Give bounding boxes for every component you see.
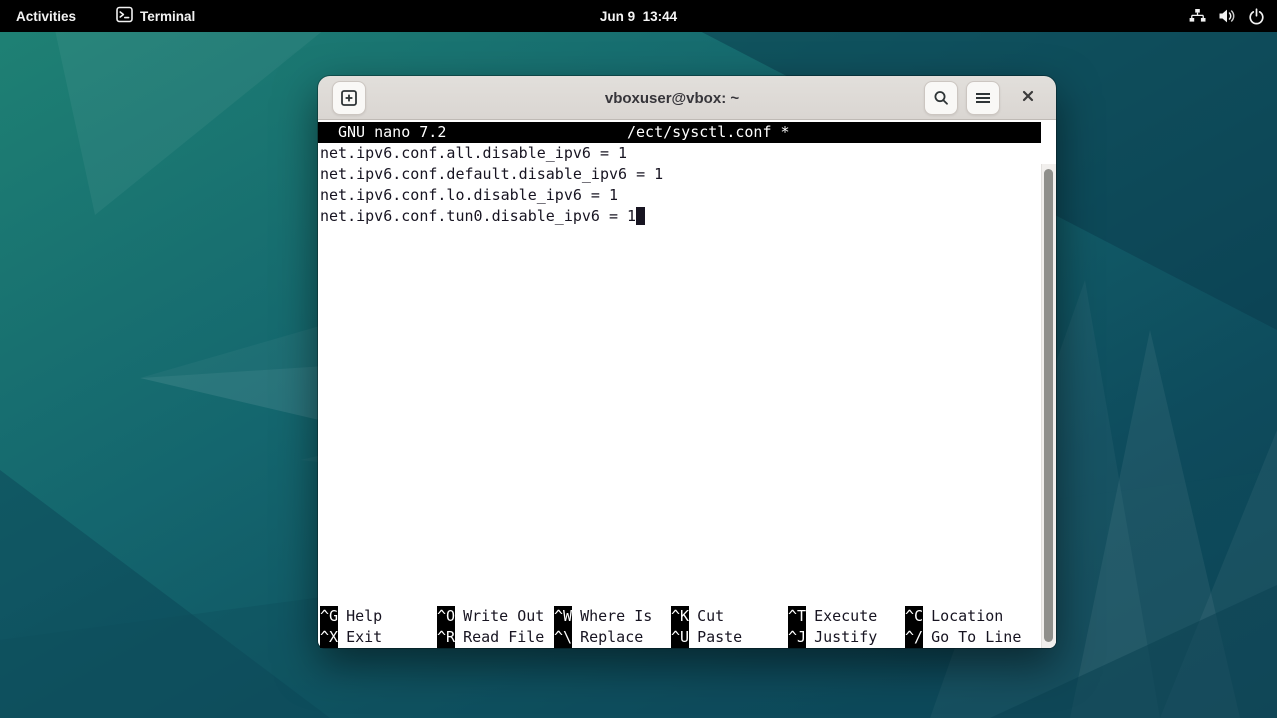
shortcut-paste: ^UPaste <box>671 627 788 648</box>
shortcut-replace: ^\Replace <box>554 627 671 648</box>
shortcut-cut: ^KCut <box>671 606 788 627</box>
shortcut-go-to-line: ^/Go To Line <box>905 627 1022 648</box>
nano-shortcut-row-1: ^GHelp ^OWrite Out ^WWhere Is ^KCut ^TEx… <box>320 606 1041 627</box>
hamburger-menu-icon <box>974 90 992 106</box>
system-status-area[interactable] <box>1189 0 1265 32</box>
nano-titlebar: GNU nano 7.2 /ect/sysctl.conf * <box>318 122 1041 143</box>
shortcut-location: ^CLocation <box>905 606 1022 627</box>
buffer-line: net.ipv6.conf.default.disable_ipv6 = 1 <box>318 164 1041 185</box>
clock-calendar-button[interactable] <box>560 0 720 32</box>
focused-app-label: Terminal <box>140 9 195 24</box>
gnome-top-bar: Activities Terminal Jun 9 13:44 <box>0 0 1277 32</box>
window-title: vboxuser@vbox: ~ <box>438 76 906 120</box>
shortcut-read-file: ^RRead File <box>437 627 554 648</box>
terminal-scrollbar[interactable] <box>1041 164 1056 648</box>
shortcut-help: ^GHelp <box>320 606 437 627</box>
text-cursor <box>636 207 645 225</box>
volume-icon <box>1218 8 1236 24</box>
terminal-screen[interactable]: GNU nano 7.2 /ect/sysctl.conf * net.ipv6… <box>318 120 1056 648</box>
activities-button[interactable]: Activities <box>16 0 76 32</box>
close-button[interactable] <box>1014 84 1042 112</box>
terminal-app-icon <box>116 6 133 26</box>
power-icon <box>1248 8 1265 25</box>
close-icon <box>1021 89 1035 108</box>
buffer-line: net.ipv6.conf.all.disable_ipv6 = 1 <box>318 143 1041 164</box>
shortcut-justify: ^JJustify <box>788 627 905 648</box>
network-icon <box>1189 8 1206 24</box>
terminal-headerbar[interactable]: vboxuser@vbox: ~ <box>318 76 1056 120</box>
focused-app-menu[interactable]: Terminal <box>116 0 195 32</box>
new-tab-icon <box>339 88 359 108</box>
buffer-line: net.ipv6.conf.tun0.disable_ipv6 = 1 <box>318 206 1041 227</box>
nano-shortcut-row-2: ^XExit ^RRead File ^\Replace ^UPaste ^JJ… <box>320 627 1041 648</box>
new-tab-button[interactable] <box>332 81 366 115</box>
search-button[interactable] <box>924 81 958 115</box>
menu-button[interactable] <box>966 81 1000 115</box>
buffer-line-text: net.ipv6.conf.tun0.disable_ipv6 = 1 <box>320 207 636 225</box>
search-icon <box>931 88 951 108</box>
scrollbar-thumb[interactable] <box>1044 169 1053 642</box>
buffer-line: net.ipv6.conf.lo.disable_ipv6 = 1 <box>318 185 1041 206</box>
nano-buffer: net.ipv6.conf.all.disable_ipv6 = 1 net.i… <box>318 143 1041 227</box>
activities-label: Activities <box>16 9 76 24</box>
shortcut-where-is: ^WWhere Is <box>554 606 671 627</box>
shortcut-exit: ^XExit <box>320 627 437 648</box>
nano-editor: GNU nano 7.2 /ect/sysctl.conf * net.ipv6… <box>318 122 1041 648</box>
nano-version-label: GNU nano 7.2 <box>338 122 446 143</box>
shortcut-execute: ^TExecute <box>788 606 905 627</box>
terminal-window: vboxuser@vbox: ~ <box>318 76 1056 648</box>
shortcut-write-out: ^OWrite Out <box>437 606 554 627</box>
nano-filename-label: /ect/sysctl.conf * <box>627 122 790 143</box>
